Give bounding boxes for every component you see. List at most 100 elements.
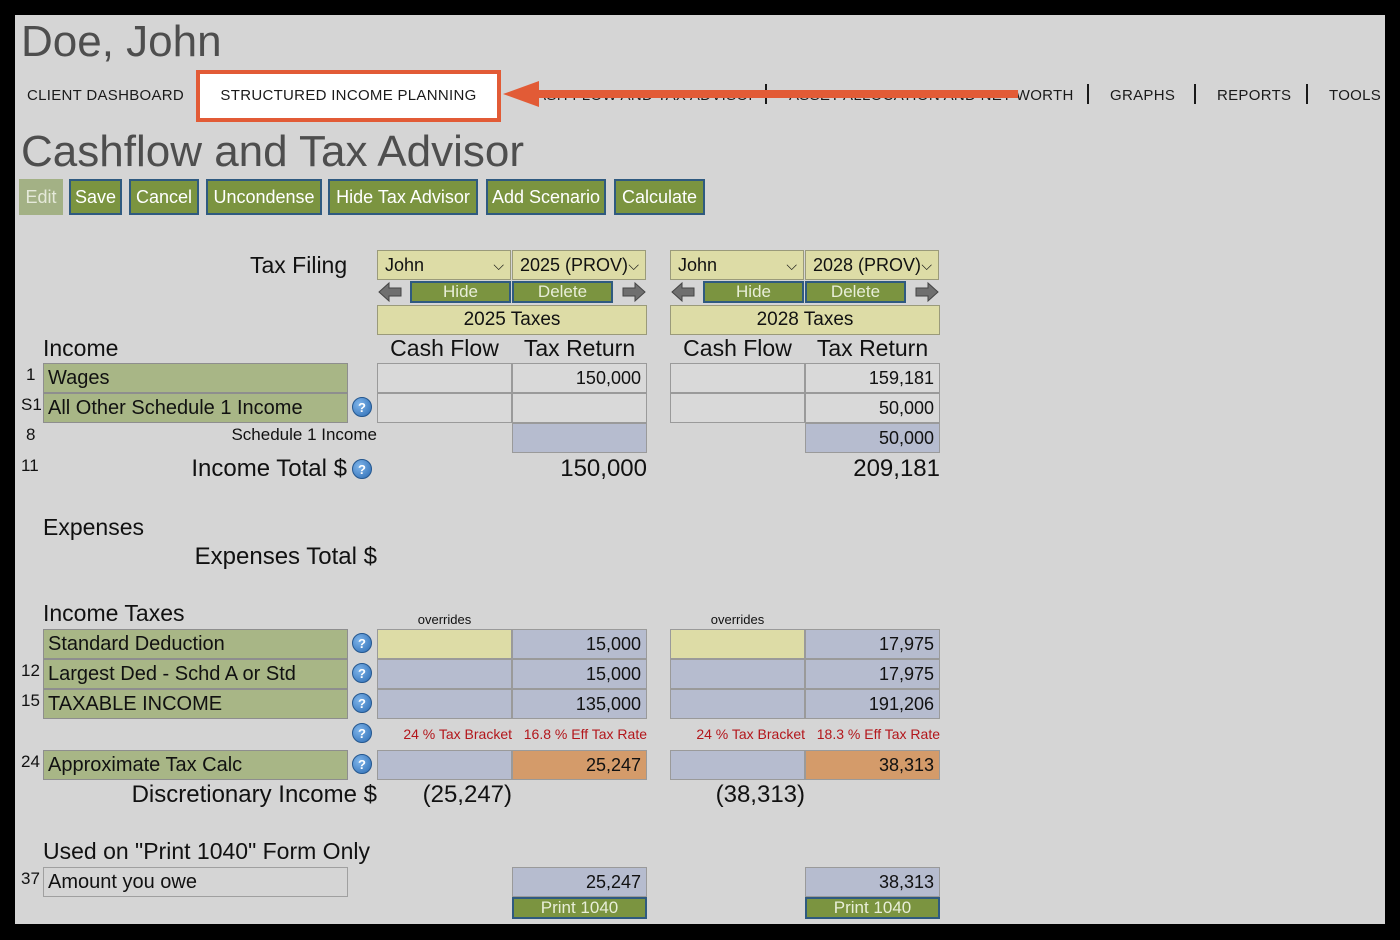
amount-owe-cell: 38,313 — [805, 867, 940, 897]
other-sched1-cashflow-cell[interactable] — [670, 393, 805, 423]
other-sched1-taxreturn-cell[interactable] — [512, 393, 647, 423]
edit-button[interactable]: Edit — [19, 179, 63, 215]
print-1040-section-title: Used on "Print 1040" Form Only — [43, 838, 370, 864]
largest-ded-cashflow-cell — [377, 659, 512, 689]
nav-separator — [1087, 84, 1089, 104]
arrow-right-icon[interactable] — [621, 281, 647, 303]
income-total-label: Income Total $ — [191, 455, 347, 482]
help-icon[interactable]: ? — [352, 663, 372, 683]
row-label-approx-tax: Approximate Tax Calc — [43, 750, 348, 780]
income-taxes-section-title: Income Taxes — [43, 600, 185, 626]
person-select[interactable]: John ⌵ — [670, 250, 804, 280]
chevron-down-icon: ⌵ — [628, 257, 639, 273]
taxable-income-cell: 135,000 — [512, 689, 647, 719]
year-select-value: 2025 (PROV) — [520, 255, 629, 275]
tax-bracket-text: 24 % Tax Bracket — [403, 726, 512, 742]
help-icon[interactable]: ? — [352, 754, 372, 774]
nav-tools[interactable]: TOOLS — [1329, 87, 1381, 104]
help-icon[interactable]: ? — [352, 723, 372, 743]
hide-scenario-button[interactable]: Hide — [703, 281, 804, 303]
tax-return-header: Tax Return — [523, 335, 636, 361]
eff-tax-rate-text: 18.3 % Eff Tax Rate — [816, 726, 940, 742]
other-sched1-taxreturn-cell[interactable]: 50,000 — [805, 393, 940, 423]
line-number: 15 — [21, 691, 40, 710]
wages-taxreturn-cell[interactable]: 159,181 — [805, 363, 940, 393]
other-sched1-cashflow-cell[interactable] — [377, 393, 512, 423]
help-icon[interactable]: ? — [352, 459, 372, 479]
person-select[interactable]: John ⌵ — [377, 250, 511, 280]
std-deduction-cell: 17,975 — [805, 629, 940, 659]
cash-flow-header: Cash Flow — [390, 335, 499, 361]
year-select[interactable]: 2025 (PROV) ⌵ — [512, 250, 646, 280]
save-button[interactable]: Save — [69, 179, 122, 215]
amount-owe-cell: 25,247 — [512, 867, 647, 897]
row-label-largest-deduction: Largest Ded - Schd A or Std — [43, 659, 348, 689]
tax-bracket-text: 24 % Tax Bracket — [696, 726, 805, 742]
largest-ded-cell: 15,000 — [512, 659, 647, 689]
approx-tax-cell: 25,247 — [512, 750, 647, 780]
nav-reports[interactable]: REPORTS — [1217, 87, 1291, 104]
hide-tax-advisor-button[interactable]: Hide Tax Advisor — [328, 179, 478, 215]
delete-scenario-button[interactable]: Delete — [805, 281, 906, 303]
hide-scenario-button[interactable]: Hide — [410, 281, 511, 303]
overrides-label: overrides — [417, 612, 472, 627]
tax-return-header: Tax Return — [816, 335, 929, 361]
line-number: 1 — [26, 365, 36, 384]
annotation-arrow-icon — [503, 81, 1018, 107]
line-number: 24 — [21, 752, 40, 771]
wages-taxreturn-cell[interactable]: 150,000 — [512, 363, 647, 393]
wages-cashflow-cell[interactable] — [670, 363, 805, 393]
discretionary-income-label: Discretionary Income $ — [131, 781, 377, 808]
expenses-total-label: Expenses Total $ — [194, 543, 377, 570]
expenses-section-title: Expenses — [43, 514, 145, 540]
help-icon[interactable]: ? — [352, 633, 372, 653]
wages-cashflow-cell[interactable] — [377, 363, 512, 393]
cancel-button[interactable]: Cancel — [129, 179, 199, 215]
help-icon[interactable]: ? — [352, 397, 372, 417]
schedule1-income-cell: 50,000 — [805, 423, 940, 453]
schedule1-income-cell — [512, 423, 647, 453]
delete-scenario-button[interactable]: Delete — [512, 281, 613, 303]
nav-separator — [1306, 84, 1308, 104]
std-deduction-cell: 15,000 — [512, 629, 647, 659]
discretionary-income-value: (25,247) — [422, 781, 512, 808]
add-scenario-button[interactable]: Add Scenario — [486, 179, 606, 215]
page-title: Cashflow and Tax Advisor — [21, 127, 525, 176]
nav-client-dashboard[interactable]: CLIENT DASHBOARD — [27, 87, 184, 104]
nav-structured-income[interactable]: STRUCTURED INCOME PLANNING — [200, 87, 497, 104]
person-select-value: John — [385, 255, 425, 275]
line-number: 8 — [26, 425, 36, 444]
income-total-value: 150,000 — [560, 455, 647, 482]
nav-structured-income-highlight[interactable]: STRUCTURED INCOME PLANNING — [196, 70, 501, 122]
print-1040-button[interactable]: Print 1040 — [512, 897, 647, 919]
chevron-down-icon: ⌵ — [493, 257, 504, 273]
arrow-left-icon[interactable] — [377, 281, 403, 303]
arrow-left-icon[interactable] — [670, 281, 696, 303]
uncondense-button[interactable]: Uncondense — [206, 179, 322, 215]
std-deduction-override-cell[interactable] — [377, 629, 512, 659]
std-deduction-override-cell[interactable] — [670, 629, 805, 659]
discretionary-income-value: (38,313) — [715, 781, 805, 808]
approx-tax-cashflow-cell — [377, 750, 512, 780]
year-select[interactable]: 2028 (PROV) ⌵ — [805, 250, 939, 280]
row-label-wages: Wages — [43, 363, 348, 393]
largest-ded-cashflow-cell — [670, 659, 805, 689]
scenario-year-header: 2028 Taxes — [670, 305, 940, 335]
scenario-year-header: 2025 Taxes — [377, 305, 647, 335]
income-total-value: 209,181 — [853, 455, 940, 482]
line-number: 11 — [21, 456, 39, 475]
chevron-down-icon: ⌵ — [786, 257, 797, 273]
schedule1-income-label: Schedule 1 Income — [231, 425, 377, 444]
taxable-income-cell: 191,206 — [805, 689, 940, 719]
print-1040-button[interactable]: Print 1040 — [805, 897, 940, 919]
row-label-taxable-income: TAXABLE INCOME — [43, 689, 348, 719]
nav-graphs[interactable]: GRAPHS — [1110, 87, 1175, 104]
eff-tax-rate-text: 16.8 % Eff Tax Rate — [523, 726, 647, 742]
row-label-other-schedule1: All Other Schedule 1 Income — [43, 393, 348, 423]
calculate-button[interactable]: Calculate — [614, 179, 705, 215]
help-icon[interactable]: ? — [352, 693, 372, 713]
tax-filing-label: Tax Filing — [250, 252, 348, 278]
line-number: S1 — [21, 395, 42, 414]
approx-tax-cashflow-cell — [670, 750, 805, 780]
arrow-right-icon[interactable] — [914, 281, 940, 303]
